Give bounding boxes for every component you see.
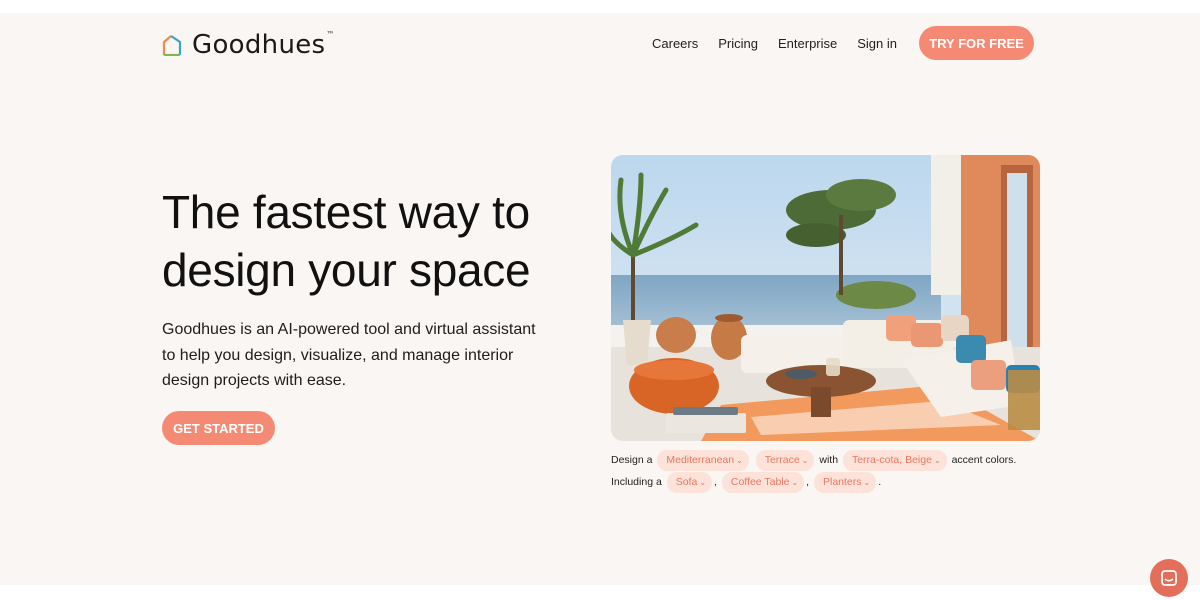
- item-sofa-dropdown[interactable]: Sofa ⌄: [666, 472, 713, 493]
- hero-description: Goodhues is an AI-powered tool and virtu…: [162, 321, 536, 389]
- hero-title: The fastest way to design your space: [162, 186, 531, 296]
- nav-careers[interactable]: Careers: [652, 36, 698, 51]
- item-value: Planters: [823, 476, 862, 488]
- nav-pricing[interactable]: Pricing: [718, 36, 758, 51]
- style-value: Mediterranean: [666, 454, 735, 466]
- hero-terrace-image: [611, 155, 1040, 441]
- room-value: Terrace: [764, 454, 800, 466]
- chevron-down-icon: ⌄: [736, 456, 743, 465]
- design-prompt: Design a Mediterranean ⌄ Terrace ⌄ with Te…: [611, 449, 1043, 493]
- style-dropdown[interactable]: Mediterranean ⌄: [657, 450, 749, 471]
- chevron-down-icon: ⌄: [863, 478, 871, 487]
- colors-dropdown[interactable]: Terra-cota, Beige ⌄: [842, 450, 947, 471]
- prompt-end: .: [878, 476, 882, 488]
- room-dropdown[interactable]: Terrace ⌄: [755, 450, 815, 471]
- try-for-free-button[interactable]: TRY FOR FREE: [919, 26, 1034, 60]
- prompt-text: with: [819, 454, 839, 466]
- colors-value: Terra-cota, Beige: [851, 454, 932, 466]
- get-started-button[interactable]: GET STARTED: [162, 411, 275, 445]
- chevron-down-icon: ⌄: [933, 456, 941, 465]
- chat-launcher-icon: [1161, 570, 1177, 586]
- house-outline-icon: [162, 35, 182, 56]
- separator: ,: [806, 476, 810, 488]
- item-value: Sofa: [675, 476, 698, 488]
- item-planters-dropdown[interactable]: Planters ⌄: [814, 472, 877, 493]
- nav-enterprise[interactable]: Enterprise: [778, 36, 837, 51]
- page: Goodhues™ Careers Pricing Enterprise Sig…: [0, 13, 1200, 597]
- top-nav: Careers Pricing Enterprise Sign in TRY F…: [652, 26, 1034, 60]
- trademark: ™: [326, 30, 335, 39]
- item-value: Coffee Table: [730, 476, 790, 488]
- separator: ,: [714, 476, 717, 488]
- chevron-down-icon: ⌄: [801, 456, 809, 465]
- brand-name: Goodhues™: [192, 30, 335, 60]
- prompt-text: Design a: [611, 454, 653, 466]
- brand-logo[interactable]: Goodhues™: [162, 30, 335, 60]
- chevron-down-icon: ⌄: [699, 478, 707, 487]
- item-coffee-table-dropdown[interactable]: Coffee Table ⌄: [721, 472, 805, 493]
- chat-launcher-button[interactable]: [1150, 559, 1188, 597]
- chevron-down-icon: ⌄: [791, 478, 799, 487]
- nav-sign-in[interactable]: Sign in: [857, 36, 897, 51]
